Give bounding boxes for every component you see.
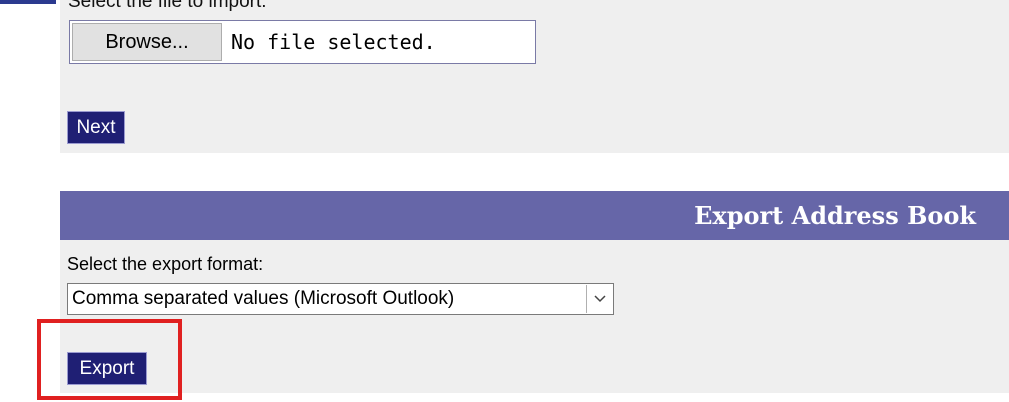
import-file-label: Select the file to import:	[68, 0, 267, 12]
chevron-down-icon[interactable]	[586, 285, 612, 313]
export-format-select[interactable]: Comma separated values (Microsoft Outloo…	[67, 283, 614, 315]
export-format-value: Comma separated values (Microsoft Outloo…	[72, 288, 455, 309]
export-format-label: Select the export format:	[67, 254, 264, 274]
file-status-text: No file selected.	[231, 30, 436, 54]
file-input[interactable]: Browse... No file selected.	[69, 20, 536, 64]
address-book-page: Select the file to import: Browse... No …	[0, 0, 1009, 402]
next-button[interactable]: Next	[67, 111, 125, 144]
export-header: Export Address Book	[60, 191, 1009, 240]
export-title: Export Address Book	[694, 201, 976, 230]
left-accent-mark	[0, 0, 56, 4]
browse-button[interactable]: Browse...	[72, 23, 222, 61]
export-button-highlight	[37, 319, 182, 400]
